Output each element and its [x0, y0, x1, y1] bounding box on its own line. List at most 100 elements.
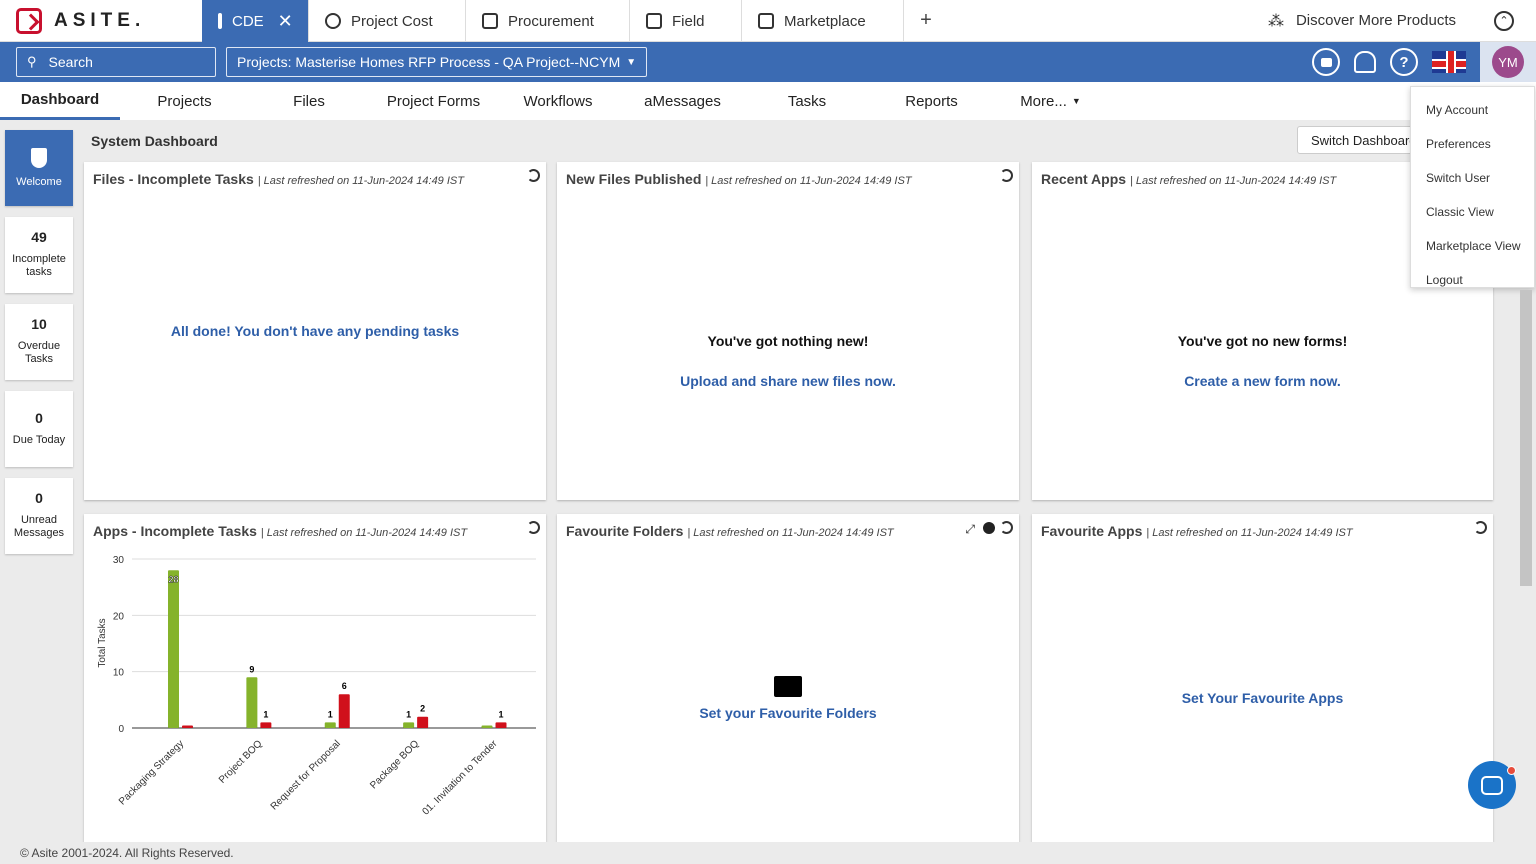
- set-favourite-folders-link[interactable]: Set your Favourite Folders: [557, 705, 1019, 721]
- folder-icon: [774, 676, 802, 697]
- nav-tasks[interactable]: Tasks: [747, 82, 867, 120]
- due-today-card[interactable]: 0 Due Today: [5, 391, 73, 467]
- menu-logout[interactable]: Logout: [1411, 263, 1534, 297]
- x-tick-label: Request for Proposal: [269, 738, 343, 812]
- upload-files-link[interactable]: Upload and share new files now.: [557, 373, 1019, 389]
- scrollbar[interactable]: [1520, 290, 1532, 586]
- create-form-link[interactable]: Create a new form now.: [1032, 373, 1493, 389]
- widget-title: New Files Published | Last refreshed on …: [566, 171, 912, 187]
- menu-switch-user[interactable]: Switch User: [1411, 161, 1534, 195]
- widget-apps-incomplete-tasks: Apps - Incomplete Tasks | Last refreshed…: [84, 514, 546, 842]
- main-nav: Dashboard Projects Files Project Forms W…: [0, 82, 1536, 120]
- nav-projects[interactable]: Projects: [120, 82, 249, 120]
- expand-icon[interactable]: ⤢: [965, 522, 975, 537]
- unread-messages-card[interactable]: 0 Unread Messages: [5, 478, 73, 554]
- caret-down-icon: ▼: [1071, 96, 1081, 106]
- overdue-tasks-label: Overdue Tasks: [17, 340, 61, 365]
- set-favourite-apps-link[interactable]: Set Your Favourite Apps: [1032, 690, 1493, 706]
- nothing-new-message: You've got nothing new!: [707, 333, 869, 349]
- last-refreshed: | Last refreshed on 11-Jun-2024 14:49 IS…: [687, 527, 894, 539]
- widget-title-text: Favourite Apps: [1041, 523, 1143, 539]
- app-tab-field[interactable]: Field: [630, 0, 742, 42]
- app-tab-cde[interactable]: CDE ✕: [202, 0, 309, 42]
- x-tick-label: Packaging Strategy: [117, 738, 186, 807]
- chart-bar: [260, 722, 272, 728]
- nav-reports[interactable]: Reports: [867, 82, 996, 120]
- chart-bar: [246, 677, 258, 728]
- data-label: 2: [420, 704, 425, 714]
- nav-workflows[interactable]: Workflows: [498, 82, 618, 120]
- widget-title: Favourite Apps | Last refreshed on 11-Ju…: [1041, 523, 1353, 539]
- video-icon[interactable]: [1312, 48, 1340, 76]
- discover-more-products-link[interactable]: Discover More Products: [1296, 12, 1456, 29]
- no-pending-tasks-link[interactable]: All done! You don't have any pending tas…: [84, 323, 546, 339]
- menu-classic-view[interactable]: Classic View: [1411, 195, 1534, 229]
- nav-more[interactable]: More... ▼: [996, 82, 1105, 120]
- app-tab-procurement[interactable]: Procurement: [466, 0, 630, 42]
- due-today-label: Due Today: [12, 433, 66, 446]
- uk-flag-icon[interactable]: [1432, 51, 1466, 73]
- refresh-icon[interactable]: [1000, 169, 1013, 182]
- refresh-icon[interactable]: [527, 169, 540, 182]
- chart-bar: [403, 722, 415, 728]
- menu-marketplace-view[interactable]: Marketplace View: [1411, 229, 1534, 263]
- help-icon[interactable]: ?: [1390, 48, 1418, 76]
- app-tab-label: Field: [672, 12, 705, 30]
- project-selector-label: Projects: Masterise Homes RFP Process - …: [237, 54, 621, 70]
- nav-project-forms[interactable]: Project Forms: [369, 82, 498, 120]
- widget-title-text: Recent Apps: [1041, 171, 1127, 187]
- chart-bar: [168, 570, 179, 728]
- last-refreshed: | Last refreshed on 11-Jun-2024 14:49 IS…: [705, 175, 912, 187]
- remove-icon[interactable]: [983, 522, 995, 534]
- avatar[interactable]: YM: [1492, 46, 1524, 78]
- chart-bar: [495, 722, 507, 728]
- caret-down-icon: ▼: [626, 56, 637, 68]
- menu-my-account[interactable]: My Account: [1411, 93, 1534, 127]
- data-label: 1: [263, 709, 268, 719]
- nav-more-label: More...: [1020, 92, 1067, 110]
- search-icon: ⚲: [27, 54, 37, 69]
- gauge-icon: [325, 13, 341, 29]
- app-tab-marketplace[interactable]: Marketplace: [742, 0, 904, 42]
- data-label: 1: [406, 709, 411, 719]
- widget-title: Recent Apps | Last refreshed on 11-Jun-2…: [1041, 171, 1336, 187]
- chart-bar: [338, 694, 350, 728]
- nav-dashboard[interactable]: Dashboard: [0, 82, 120, 120]
- notification-dot: [1507, 766, 1516, 775]
- refresh-icon[interactable]: [1474, 521, 1487, 534]
- search-input[interactable]: ⚲ Search: [16, 47, 216, 77]
- widget-files-incomplete-tasks: Files - Incomplete Tasks | Last refreshe…: [84, 162, 546, 500]
- app-tab-project-cost[interactable]: Project Cost: [309, 0, 466, 42]
- field-icon: [646, 13, 662, 29]
- overdue-tasks-card[interactable]: 10 Overdue Tasks: [5, 304, 73, 380]
- add-tab-button[interactable]: +: [904, 0, 948, 41]
- widget-title-text: Files - Incomplete Tasks: [93, 171, 254, 187]
- footer-copyright: © Asite 2001-2024. All Rights Reserved.: [0, 842, 1536, 864]
- incomplete-tasks-label: Incomplete tasks: [12, 253, 66, 278]
- asite-logo[interactable]: ASITE.: [0, 0, 202, 41]
- last-refreshed: | Last refreshed on 11-Jun-2024 14:49 IS…: [257, 175, 464, 187]
- bell-icon[interactable]: [1354, 51, 1376, 73]
- app-bar: ASITE. CDE ✕ Project Cost Procurement Fi…: [0, 0, 1536, 42]
- nav-files[interactable]: Files: [249, 82, 369, 120]
- incomplete-tasks-card[interactable]: 49 Incomplete tasks: [5, 217, 73, 293]
- widget-title-text: New Files Published: [566, 171, 702, 187]
- y-tick-label: 10: [113, 668, 125, 679]
- chart-bar: [324, 722, 336, 728]
- collapse-icon[interactable]: ⌃: [1494, 10, 1514, 31]
- welcome-card[interactable]: Welcome: [5, 130, 73, 206]
- due-today-count: 0: [35, 409, 43, 426]
- user-menu: My Account Preferences Switch User Class…: [1410, 86, 1535, 288]
- menu-preferences[interactable]: Preferences: [1411, 127, 1534, 161]
- refresh-icon[interactable]: [1000, 521, 1013, 534]
- nav-amessages[interactable]: aMessages: [618, 82, 747, 120]
- project-selector[interactable]: Projects: Masterise Homes RFP Process - …: [226, 47, 648, 77]
- page-title: System Dashboard: [91, 133, 218, 149]
- close-icon[interactable]: ✕: [278, 11, 293, 32]
- chart-bar: [481, 725, 493, 728]
- chat-button[interactable]: [1468, 761, 1516, 809]
- app-tab-label: CDE: [232, 12, 264, 30]
- x-tick-label: Project BOQ: [217, 738, 265, 786]
- search-label: Search: [48, 54, 93, 70]
- avatar-container[interactable]: YM: [1480, 42, 1536, 82]
